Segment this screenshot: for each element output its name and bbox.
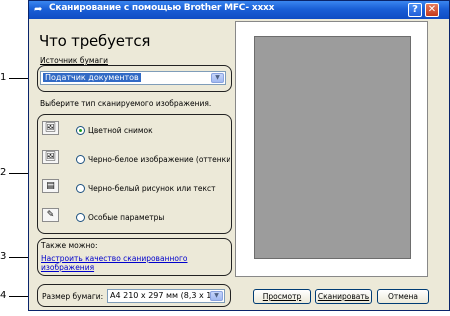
also-label: Также можно: <box>41 241 98 250</box>
scan-type-label[interactable]: Черно-белый рисунок или текст <box>88 184 215 193</box>
source-value: Податчик документов <box>43 73 141 82</box>
callout-1: 1 <box>0 72 7 83</box>
page-title: Что требуется <box>39 32 151 50</box>
title-bar[interactable]: ➦ Сканирование с помощью Brother MFC- xx… <box>29 1 449 19</box>
scan-type-prompt: Выберите тип сканируемого изображения. <box>40 99 212 108</box>
source-label: Источник бумаги <box>40 56 108 65</box>
chevron-down-icon[interactable]: ▼ <box>211 73 224 83</box>
cancel-button[interactable]: Отмена <box>377 289 429 304</box>
scan-type-label[interactable]: Особые параметры <box>88 213 164 222</box>
paper-size-label: Размер бумаги: <box>42 292 104 301</box>
source-dropdown[interactable]: Податчик документов ▼ <box>40 71 226 85</box>
close-button[interactable]: ✕ <box>425 3 439 17</box>
text-document-icon[interactable]: ▤ <box>42 179 59 193</box>
radio-text[interactable] <box>76 184 85 193</box>
quality-link[interactable]: Настроить качество сканированного <box>41 254 188 263</box>
preview-area <box>235 21 428 277</box>
scan-dialog: ➦ Сканирование с помощью Brother MFC- xx… <box>28 0 450 311</box>
scanner-app-icon: ➦ <box>34 4 43 15</box>
radio-custom[interactable] <box>76 213 85 222</box>
color-photo-icon[interactable]: 🖼 <box>42 121 59 135</box>
callout-3: 3 <box>0 251 7 262</box>
custom-settings-icon[interactable]: ✎ <box>42 208 59 222</box>
window-title: Сканирование с помощью Brother MFC- xxxx <box>49 3 275 13</box>
grayscale-photo-icon[interactable]: 🖼 <box>42 150 59 164</box>
scan-type-label[interactable]: Цветной снимок <box>88 126 153 135</box>
paper-size-value: A4 210 x 297 мм (8,3 x 11, <box>110 291 210 300</box>
paper-size-dropdown[interactable]: A4 210 x 297 мм (8,3 x 11, ▼ <box>107 289 225 303</box>
scan-button[interactable]: Сканировать <box>315 289 372 304</box>
help-button[interactable]: ? <box>408 3 422 17</box>
radio-grayscale[interactable] <box>76 155 85 164</box>
callout-2: 2 <box>0 167 7 178</box>
preview-page <box>254 36 411 259</box>
preview-button[interactable]: Просмотр <box>253 289 311 304</box>
quality-link-continued[interactable]: изображения <box>41 263 94 272</box>
callout-4: 4 <box>0 290 7 301</box>
chevron-down-icon[interactable]: ▼ <box>210 291 223 301</box>
radio-color-photo[interactable] <box>76 126 85 135</box>
scan-type-label[interactable]: Черно-белое изображение (оттенки <box>88 155 230 164</box>
